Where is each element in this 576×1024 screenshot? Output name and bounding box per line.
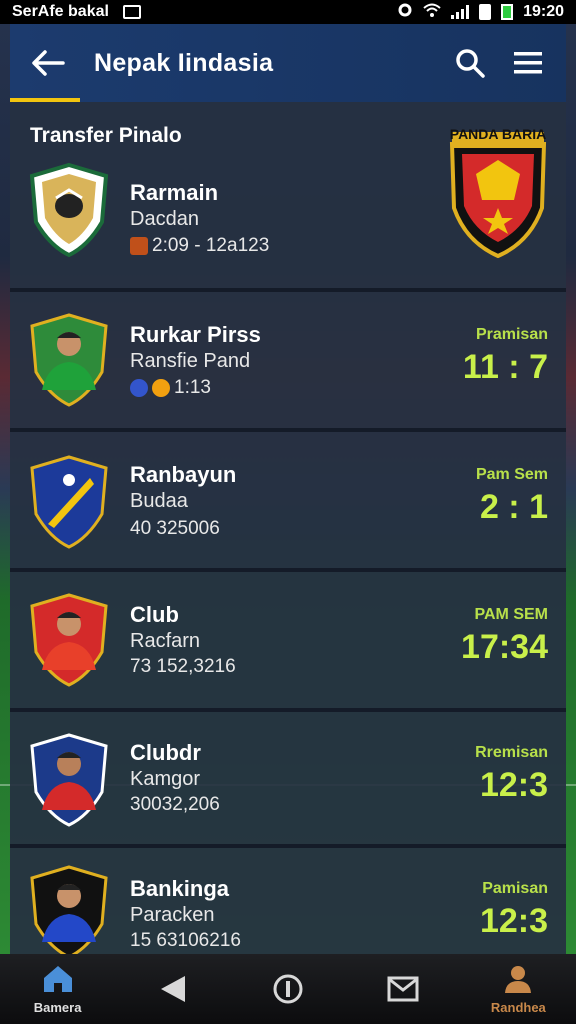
list-item[interactable]: Ranbayun Budaa 40 325006 Pam Sem 2 : 1 (10, 432, 566, 572)
bottom-nav: Bamera Randhea (0, 954, 576, 1024)
club-crest-icon (30, 455, 108, 549)
club-meta: 30032,206 (130, 794, 220, 816)
hamburger-menu-icon (514, 52, 542, 74)
score-value: 12:3 (479, 902, 548, 940)
home-icon (43, 965, 72, 992)
list-item[interactable]: Club Racfarn 73 152,3216 PAM SEM 17:34 (10, 572, 566, 712)
nav-profile[interactable]: Randhea (473, 954, 563, 1024)
score-label: Pramisan (475, 326, 548, 343)
nav-info[interactable] (243, 954, 333, 1024)
nav-home-label: Bamera (33, 999, 82, 1015)
back-triangle-icon (160, 976, 185, 1002)
club-name: Clubdr (130, 740, 201, 765)
club-name: Rurkar Pirss (130, 322, 261, 347)
score-value: 11 : 7 (462, 348, 548, 386)
list-item[interactable]: Transfer Pinalo Rarmain Dacdan 2:09 - 12… (10, 102, 566, 292)
page-title: Nepak Iindasia (94, 48, 274, 77)
menu-button[interactable] (508, 43, 548, 83)
nav-profile-label: Randhea (490, 999, 546, 1015)
flag-icon (130, 379, 148, 397)
mail-icon (387, 976, 419, 1002)
info-circle-icon (273, 974, 303, 1004)
club-meta: 15 63106216 (130, 930, 241, 952)
featured-crest-text: PANDA BARIA (449, 126, 547, 142)
club-subtitle: Paracken (130, 904, 215, 926)
club-crest-icon (29, 162, 109, 258)
club-name: Ranbayun (130, 462, 237, 487)
score-value: 2 : 1 (479, 488, 548, 526)
app-bar: Nepak Iindasia (10, 24, 566, 102)
player-avatar-icon (30, 733, 108, 827)
status-bar: SerAfe bakal 19:20 (0, 0, 576, 24)
back-button[interactable] (28, 43, 68, 83)
club-meta-text: 2:09 - 12a123 (152, 235, 270, 256)
club-meta-text: 15 63106216 (130, 930, 241, 951)
battery-icon (501, 4, 514, 20)
coin-icon (152, 379, 170, 397)
club-meta: 73 152,3216 (130, 656, 236, 678)
nav-back[interactable] (128, 954, 218, 1024)
player-avatar-icon (30, 313, 108, 407)
transfer-list: Transfer Pinalo Rarmain Dacdan 2:09 - 12… (10, 102, 566, 954)
carrier-text: SerAfe bakal (12, 3, 109, 20)
profile-icon (505, 965, 532, 993)
nav-home[interactable]: Bamera (13, 954, 103, 1024)
club-name: Rarmain (130, 180, 219, 205)
score-value: 12:3 (479, 766, 548, 804)
score-value: 17:34 (461, 628, 548, 666)
score-label: Pam Sem (475, 466, 548, 483)
club-subtitle: Dacdan (130, 208, 199, 230)
player-avatar-icon (30, 593, 108, 687)
score-label: Rremisan (475, 744, 548, 761)
club-subtitle: Kamgor (130, 768, 201, 790)
club-meta: 1:13 (130, 377, 211, 399)
club-name: Club (130, 602, 179, 627)
back-arrow-icon (32, 50, 65, 76)
club-subtitle: Budaa (130, 490, 188, 512)
sim-icon (479, 4, 492, 20)
signal-icon (451, 5, 470, 19)
list-item[interactable]: Bankinga Paracken 15 63106216 Pamisan 12… (10, 848, 566, 954)
club-subtitle: Racfarn (130, 630, 201, 652)
club-meta-text: 73 152,3216 (130, 656, 236, 677)
club-meta: 40 325006 (130, 518, 220, 540)
flag-icon (130, 237, 148, 255)
list-item[interactable]: Rurkar Pirss Ransfie Pand 1:13 Pramisan … (10, 292, 566, 432)
score-label: PAM SEM (474, 606, 548, 623)
section-title: Transfer Pinalo (30, 124, 182, 147)
club-meta-text: 1:13 (174, 377, 211, 398)
search-icon (456, 49, 485, 78)
club-meta: 2:09 - 12a123 (130, 235, 269, 257)
wifi-icon (423, 3, 441, 22)
club-name: Bankinga (130, 876, 230, 901)
gear-status-icon (397, 2, 413, 23)
club-meta-text: 40 325006 (130, 518, 220, 539)
featured-club-crest-icon (449, 132, 547, 259)
score-label: Pamisan (482, 880, 548, 897)
player-avatar-icon (30, 865, 108, 954)
notification-icon (122, 5, 141, 19)
list-item[interactable]: Clubdr Kamgor 30032,206 Rremisan 12:3 (10, 712, 566, 848)
clock-text: 19:20 (523, 3, 564, 20)
search-button[interactable] (450, 43, 490, 83)
club-meta-text: 30032,206 (130, 794, 220, 815)
nav-messages[interactable] (358, 954, 448, 1024)
club-subtitle: Ransfie Pand (130, 350, 251, 372)
